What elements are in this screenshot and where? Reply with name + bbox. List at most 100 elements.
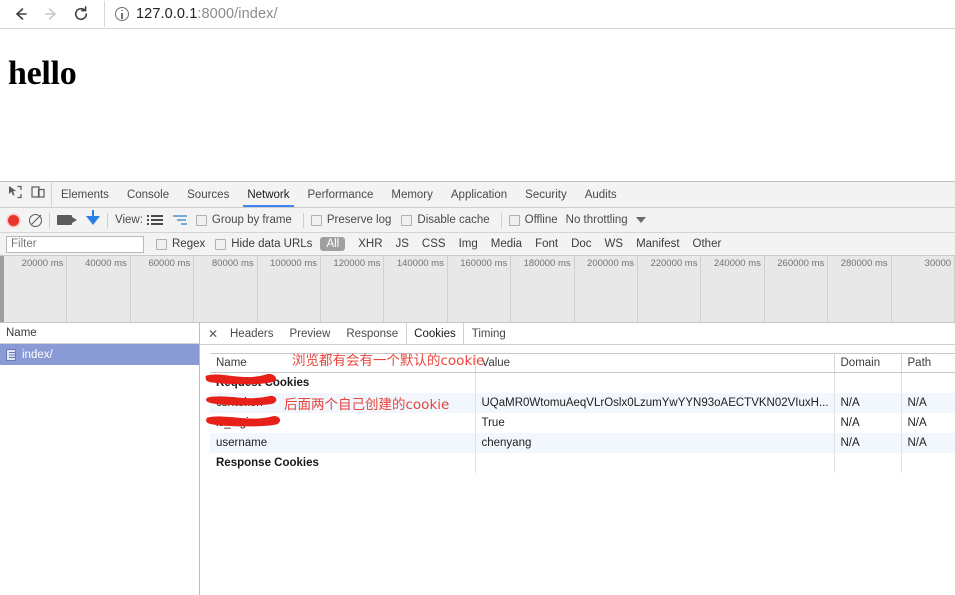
reload-button[interactable] xyxy=(66,1,96,27)
detail-tab-response[interactable]: Response xyxy=(338,323,406,344)
tab-performance[interactable]: Performance xyxy=(299,182,383,207)
col-header-path[interactable]: Path xyxy=(901,353,955,373)
list-view-icon[interactable] xyxy=(146,214,163,226)
waterfall-view-icon[interactable] xyxy=(172,214,188,226)
back-button[interactable] xyxy=(6,1,36,27)
offline-label: Offline xyxy=(524,214,558,226)
tab-label: Application xyxy=(450,188,508,201)
tab-memory[interactable]: Memory xyxy=(382,182,442,207)
filter-type-all[interactable]: All xyxy=(320,237,346,251)
hide-data-urls-checkbox[interactable]: Hide data URLs xyxy=(215,238,312,250)
tab-security[interactable]: Security xyxy=(516,182,576,207)
checkbox-box xyxy=(156,238,167,250)
cookie-name: is_login xyxy=(210,412,476,433)
cookie-name: username xyxy=(210,432,476,453)
cookie-domain: N/A xyxy=(834,392,902,413)
regex-checkbox[interactable]: Regex xyxy=(156,238,205,250)
section-label: Response Cookies xyxy=(210,452,476,473)
chevron-down-icon[interactable] xyxy=(635,217,646,223)
filter-type-css[interactable]: CSS xyxy=(416,237,452,251)
request-cookies-section-row: Request Cookies xyxy=(210,372,955,393)
device-toolbar-icon[interactable] xyxy=(31,185,45,204)
info-circle-icon[interactable] xyxy=(115,7,129,21)
checkbox-box xyxy=(508,214,520,226)
group-by-frame-label: Group by frame xyxy=(211,214,292,226)
detail-tab-preview[interactable]: Preview xyxy=(281,323,338,344)
network-split-view: Name index/ ✕ Headers Preview Response C… xyxy=(0,323,955,595)
preserve-log-checkbox[interactable]: Preserve log xyxy=(310,214,391,226)
timeline-tick: 120000 ms xyxy=(321,256,385,322)
tab-label: Network xyxy=(247,188,290,201)
filter-funnel-icon[interactable] xyxy=(86,210,100,225)
filter-type-xhr[interactable]: XHR xyxy=(352,237,388,251)
cookie-value: True xyxy=(475,412,835,433)
filter-type-other[interactable]: Other xyxy=(687,237,728,251)
browser-toolbar: 127.0.0.1:8000/index/ xyxy=(0,0,955,28)
network-controls-toolbar: View: Group by frame Preserve log Disabl… xyxy=(0,208,955,233)
devtools-tool-icons xyxy=(0,182,52,207)
tab-application[interactable]: Application xyxy=(442,182,516,207)
view-label: View: xyxy=(115,214,143,226)
timeline-tick: 30000 xyxy=(892,256,955,322)
network-filter-toolbar: Regex Hide data URLs All XHR JS CSS Img … xyxy=(0,233,955,256)
filter-type-ws[interactable]: WS xyxy=(599,237,630,251)
address-bar[interactable]: 127.0.0.1:8000/index/ xyxy=(104,1,949,27)
filter-type-doc[interactable]: Doc xyxy=(565,237,597,251)
request-row-index[interactable]: index/ xyxy=(0,344,199,365)
filter-type-manifest[interactable]: Manifest xyxy=(630,237,685,251)
table-row[interactable]: csrftoken UQaMR0WtomuAeqVLrOslx0LzumYwYY… xyxy=(210,392,955,413)
forward-button[interactable] xyxy=(36,1,66,27)
timeline-tick: 140000 ms xyxy=(384,256,448,322)
tab-elements[interactable]: Elements xyxy=(52,182,118,207)
table-row[interactable]: username chenyang N/A N/A xyxy=(210,432,955,453)
throttling-select[interactable]: No throttling xyxy=(566,214,628,226)
tab-console[interactable]: Console xyxy=(118,182,178,207)
network-timeline-overview[interactable]: 20000 ms 40000 ms 60000 ms 80000 ms 1000… xyxy=(0,256,955,323)
filter-input[interactable] xyxy=(6,235,144,253)
filter-type-font[interactable]: Font xyxy=(529,237,564,251)
timeline-tick: 80000 ms xyxy=(194,256,258,322)
detail-tab-label: Response xyxy=(346,327,399,340)
cookies-header-row: Name Value Domain Path xyxy=(210,353,955,373)
detail-tab-headers[interactable]: Headers xyxy=(222,323,281,344)
response-cookies-section-row: Response Cookies xyxy=(210,452,955,473)
request-name: index/ xyxy=(22,348,53,361)
requests-column-header: Name xyxy=(0,323,199,344)
divider xyxy=(302,212,304,228)
detail-tab-timing[interactable]: Timing xyxy=(464,323,514,344)
detail-tab-cookies[interactable]: Cookies xyxy=(406,323,464,344)
col-header-name[interactable]: Name xyxy=(210,353,476,373)
hide-data-urls-label: Hide data URLs xyxy=(231,238,313,250)
col-header-value[interactable]: Value xyxy=(475,353,835,373)
tab-label: Memory xyxy=(391,188,433,201)
tab-audits[interactable]: Audits xyxy=(576,182,626,207)
filter-type-img[interactable]: Img xyxy=(453,237,484,251)
table-row[interactable]: is_login True N/A N/A xyxy=(210,412,955,433)
cookie-domain: N/A xyxy=(834,432,902,453)
checkbox-box xyxy=(215,238,227,250)
detail-tab-label: Timing xyxy=(471,327,506,340)
close-icon[interactable]: ✕ xyxy=(204,323,222,344)
inspect-element-icon[interactable] xyxy=(8,185,22,204)
offline-checkbox[interactable]: Offline xyxy=(508,214,558,226)
group-by-frame-checkbox[interactable]: Group by frame xyxy=(195,214,292,226)
timeline-tick: 100000 ms xyxy=(258,256,322,322)
timeline-tick: 280000 ms xyxy=(828,256,892,322)
timeline-tick: 260000 ms xyxy=(765,256,829,322)
detail-tab-label: Cookies xyxy=(414,327,456,340)
disable-cache-checkbox[interactable]: Disable cache xyxy=(401,214,490,226)
checkbox-box xyxy=(195,214,207,226)
tab-network[interactable]: Network xyxy=(238,182,298,207)
page-title: hello xyxy=(8,55,77,92)
devtools-tabbar: Elements Console Sources Network Perform… xyxy=(0,182,955,208)
reload-icon xyxy=(72,5,90,23)
filter-type-media[interactable]: Media xyxy=(485,237,528,251)
clear-icon[interactable] xyxy=(29,213,42,227)
col-header-domain[interactable]: Domain xyxy=(834,353,902,373)
camera-icon[interactable] xyxy=(57,215,77,225)
cookie-value: UQaMR0WtomuAeqVLrOslx0LzumYwYYN93oAECTVK… xyxy=(475,392,835,413)
tab-sources[interactable]: Sources xyxy=(178,182,238,207)
filter-type-js[interactable]: JS xyxy=(390,237,415,251)
record-button-icon[interactable] xyxy=(8,214,19,226)
disable-cache-label: Disable cache xyxy=(417,214,490,226)
